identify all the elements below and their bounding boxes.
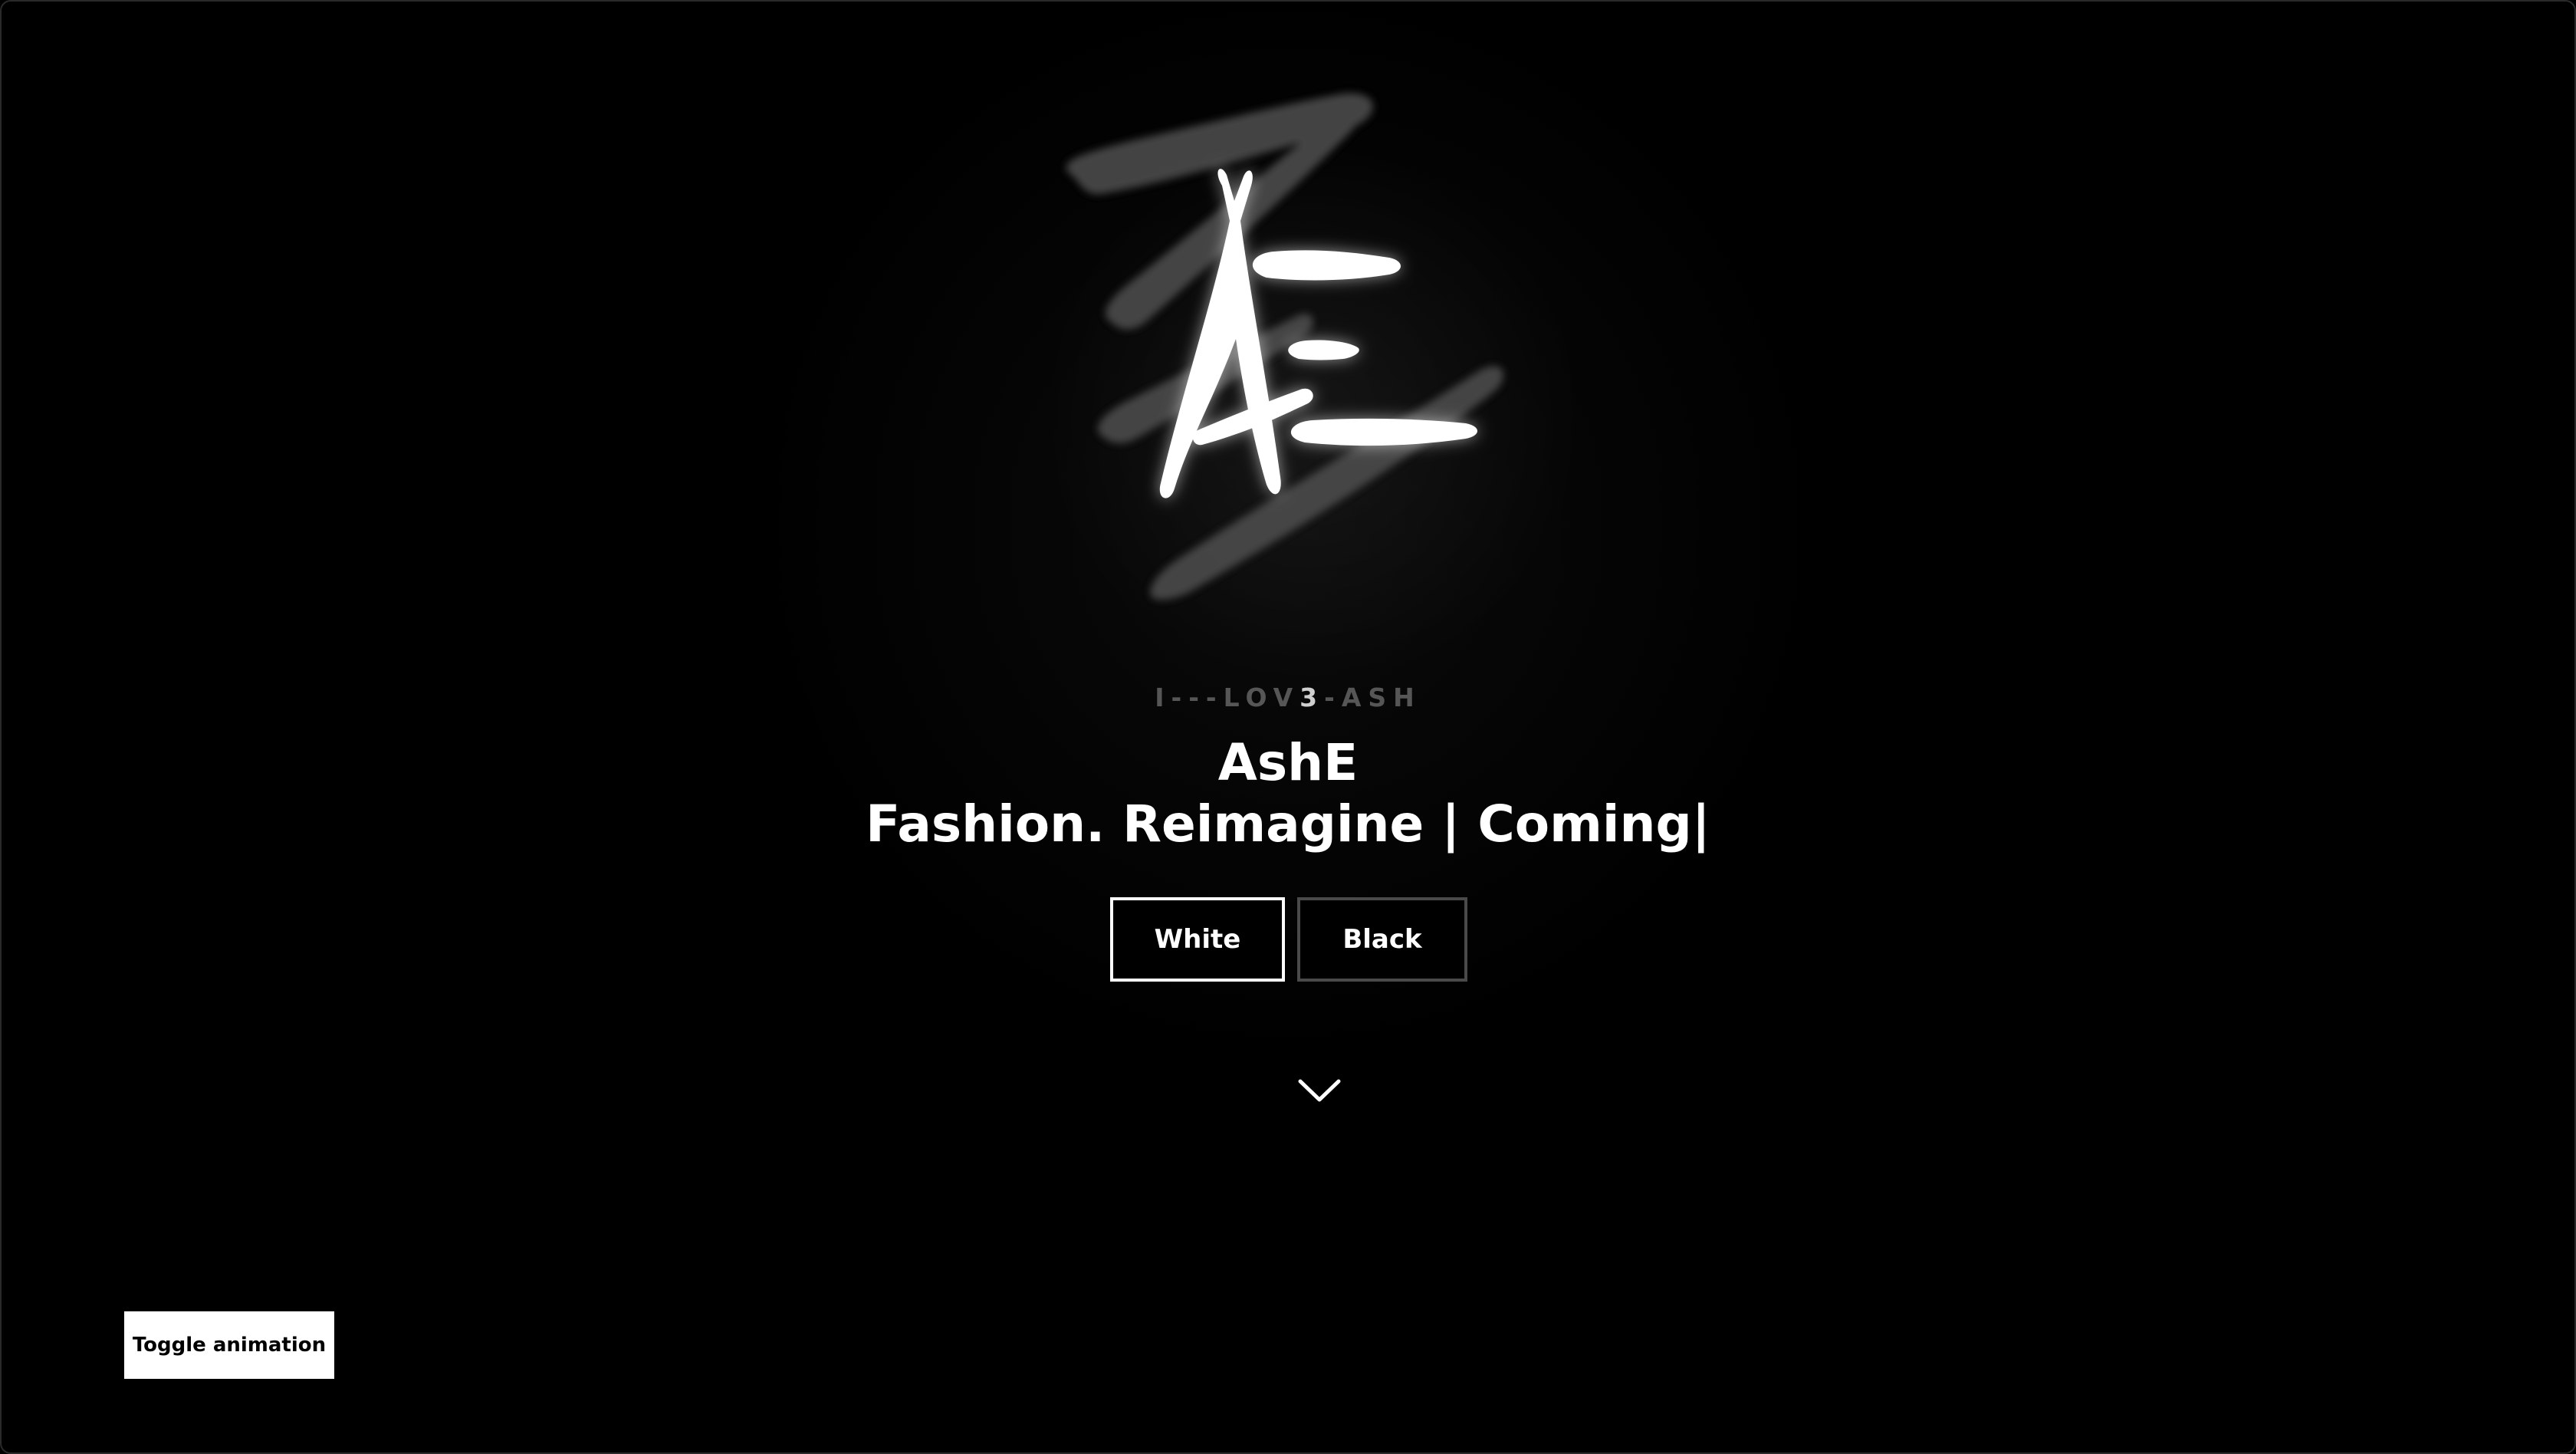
tagline-highlight: 3 — [1300, 683, 1325, 712]
chevron-down-icon[interactable] — [1296, 1075, 1343, 1106]
brand-logo-icon — [1066, 93, 1504, 600]
page-frame: I---LOV3-ASH AshE Fashion. Reimagine | C… — [0, 0, 2576, 1454]
tagline-prefix: I---LOV — [1155, 683, 1300, 712]
tagline-suffix: -ASH — [1324, 683, 1421, 712]
toggle-animation-button[interactable]: Toggle animation — [124, 1311, 334, 1379]
white-theme-button[interactable]: White — [1110, 897, 1285, 982]
headline: Fashion. Reimagine | Coming| — [866, 794, 1710, 854]
black-theme-button[interactable]: Black — [1297, 897, 1467, 982]
theme-button-group: White Black — [1110, 897, 1467, 982]
tagline: I---LOV3-ASH — [2, 683, 2574, 712]
brand-name: AshE — [1217, 733, 1359, 792]
